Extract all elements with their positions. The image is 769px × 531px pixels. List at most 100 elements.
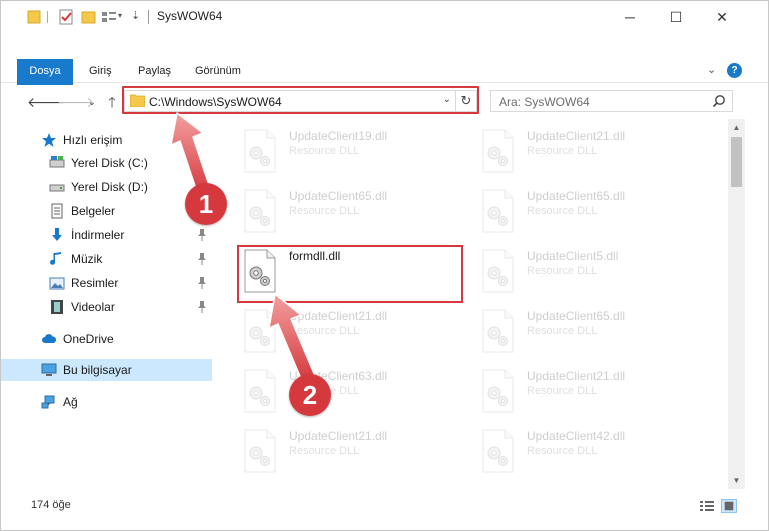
file-item[interactable]: UpdateClient65.dll Resource DLL xyxy=(475,183,705,241)
pictures-icon xyxy=(49,277,65,290)
nav-videos[interactable]: Videolar xyxy=(1,296,212,318)
title-bar: ▾ ⇣ SysWOW64 ─ ☐ ✕ xyxy=(1,1,768,33)
file-name: UpdateClient21.dll xyxy=(289,429,388,443)
music-note-icon xyxy=(50,252,61,265)
view-options-icon[interactable] xyxy=(101,9,117,25)
tab-view[interactable]: Görünüm xyxy=(195,59,241,83)
nav-local-disk-d[interactable]: Yerel Disk (D:) xyxy=(1,176,212,198)
dll-file-icon xyxy=(482,309,514,353)
new-folder-icon[interactable] xyxy=(81,9,96,25)
minimize-button[interactable]: ─ xyxy=(607,1,653,33)
nav-label: Videolar xyxy=(71,300,115,314)
maximize-button[interactable]: ☐ xyxy=(653,1,699,33)
forward-button[interactable]: 🡒 xyxy=(57,93,95,111)
search-input[interactable]: Ara: SysWOW64 xyxy=(490,90,733,112)
file-type: Resource DLL xyxy=(527,445,598,457)
file-type: Resource DLL xyxy=(289,145,360,157)
file-item[interactable]: UpdateClient19.dll Resource DLL xyxy=(237,123,467,181)
pin-icon[interactable] xyxy=(197,229,207,241)
nav-onedrive[interactable]: OneDrive xyxy=(1,328,212,350)
vertical-scrollbar[interactable]: ▲ ▼ xyxy=(728,119,745,489)
back-button[interactable]: 🡐 xyxy=(27,93,65,111)
dll-file-icon xyxy=(244,429,276,473)
file-item[interactable]: UpdateClient5.dll Resource DLL xyxy=(475,243,705,301)
ribbon-tabs: Dosya Giriş Paylaş Görünüm ⌄ ? xyxy=(1,59,768,117)
file-name: UpdateClient5.dll xyxy=(527,249,619,263)
file-highlight-box xyxy=(237,245,463,303)
file-item[interactable]: UpdateClient65.dll Resource DLL xyxy=(475,303,705,361)
details-view-icon[interactable] xyxy=(699,499,715,513)
customize-toolbar-icon[interactable]: ⇣ xyxy=(131,9,140,25)
nav-music[interactable]: Müzik xyxy=(1,248,212,270)
pin-icon[interactable] xyxy=(197,253,207,265)
nav-label: OneDrive xyxy=(63,332,114,346)
file-item[interactable]: UpdateClient65.dll Resource DLL xyxy=(237,183,467,241)
file-item[interactable]: UpdateClient42.dll Resource DLL xyxy=(475,423,705,481)
file-item[interactable]: UpdateClient21.dll Resource DLL xyxy=(237,423,467,481)
nav-network[interactable]: Ağ xyxy=(1,391,212,413)
nav-label: İndirmeler xyxy=(71,228,125,242)
nav-pictures[interactable]: Resimler xyxy=(1,272,212,294)
step-1-badge: 1 xyxy=(185,183,227,225)
folder-icon xyxy=(27,10,41,24)
explorer-window: ▾ ⇣ SysWOW64 ─ ☐ ✕ Dosya Giriş Paylaş Gö… xyxy=(0,0,769,531)
file-name: UpdateClient65.dll xyxy=(527,309,626,323)
address-highlight-box xyxy=(122,86,479,114)
nav-quick-access[interactable]: Hızlı erişim xyxy=(1,129,212,151)
star-icon xyxy=(42,133,56,147)
file-list: UpdateClient19.dll Resource DLL UpdateClie… xyxy=(217,119,727,489)
step-2-badge: 2 xyxy=(289,374,331,416)
dll-file-icon xyxy=(482,129,514,173)
file-name: UpdateClient21.dll xyxy=(527,369,626,383)
dropdown-icon[interactable]: ▾ xyxy=(118,11,122,27)
cloud-icon xyxy=(42,334,57,343)
nav-this-pc[interactable]: Bu bilgisayar xyxy=(1,359,212,381)
separator xyxy=(47,11,48,23)
up-button[interactable]: 🡑 xyxy=(103,93,121,111)
file-item[interactable]: UpdateClient21.dll Resource DLL xyxy=(475,363,705,421)
nav-label: Bu bilgisayar xyxy=(63,363,132,377)
window-title: SysWOW64 xyxy=(157,9,223,23)
scroll-thumb[interactable] xyxy=(731,137,742,187)
dll-file-icon xyxy=(244,129,276,173)
file-type: Resource DLL xyxy=(527,145,598,157)
properties-icon[interactable] xyxy=(59,9,74,25)
navigation-pane: Hızlı erişim Yerel Disk (C:) Yerel Disk … xyxy=(1,119,212,489)
file-item[interactable]: UpdateClient63.dllResource DLL xyxy=(237,363,467,421)
document-icon xyxy=(51,203,63,219)
nav-downloads[interactable]: İndirmeler xyxy=(1,224,212,246)
dll-file-icon xyxy=(482,429,514,473)
film-icon xyxy=(51,300,63,314)
title-separator xyxy=(148,10,149,24)
close-button[interactable]: ✕ xyxy=(699,1,745,33)
large-icons-view-icon[interactable] xyxy=(721,499,737,513)
dll-file-icon xyxy=(482,189,514,233)
file-name: UpdateClient21.dll xyxy=(289,309,388,323)
file-name: UpdateClient65.dll xyxy=(527,189,626,203)
scroll-down-arrow-icon[interactable]: ▼ xyxy=(728,472,745,489)
dll-file-icon xyxy=(244,189,276,233)
pin-icon[interactable] xyxy=(197,301,207,313)
scroll-up-arrow-icon[interactable]: ▲ xyxy=(728,119,745,136)
dll-file-icon xyxy=(244,369,276,413)
file-name: UpdateClient42.dll xyxy=(527,429,626,443)
help-icon[interactable]: ? xyxy=(727,63,742,78)
nav-label: Müzik xyxy=(71,252,103,266)
nav-local-disk-c[interactable]: Yerel Disk (C:) xyxy=(1,152,212,174)
file-name: UpdateClient19.dll xyxy=(289,129,388,143)
tab-home[interactable]: Giriş xyxy=(89,59,112,83)
search-icon[interactable] xyxy=(712,94,726,108)
tab-share[interactable]: Paylaş xyxy=(138,59,171,83)
nav-label: Yerel Disk (C:) xyxy=(71,156,148,170)
file-type: Resource DLL xyxy=(527,265,598,277)
recent-locations-button[interactable]: ⌄ xyxy=(83,93,101,111)
computer-icon xyxy=(41,363,57,376)
pin-icon[interactable] xyxy=(197,277,207,289)
file-item[interactable]: UpdateClient21.dll Resource DLL xyxy=(237,303,467,361)
nav-label: Yerel Disk (D:) xyxy=(71,180,148,194)
drive-icon xyxy=(49,156,65,168)
nav-documents[interactable]: Belgeler xyxy=(1,200,212,222)
expand-ribbon-icon[interactable]: ⌄ xyxy=(707,63,716,76)
file-item[interactable]: UpdateClient21.dll Resource DLL xyxy=(475,123,705,181)
nav-label: Belgeler xyxy=(71,204,116,218)
